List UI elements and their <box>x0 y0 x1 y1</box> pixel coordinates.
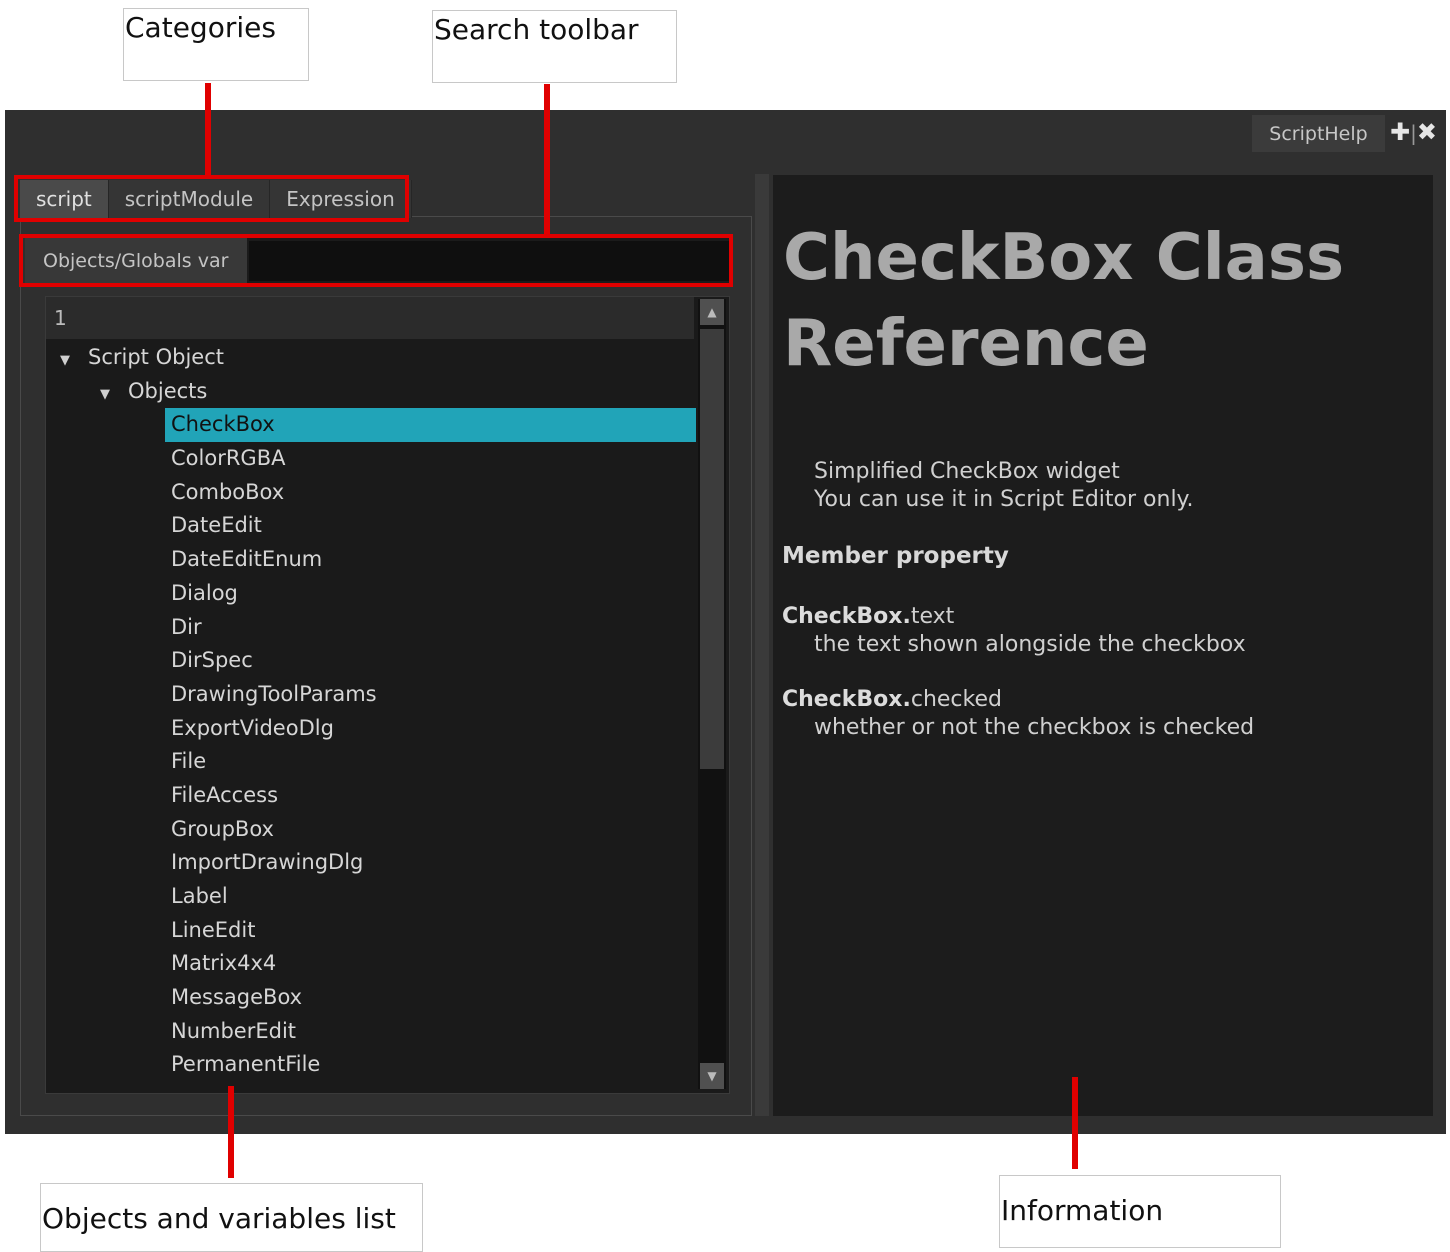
property-name: checked <box>910 687 1002 712</box>
tree-item-label: Matrix4x4 <box>171 951 277 976</box>
tree-item[interactable]: Matrix4x4 <box>46 947 696 981</box>
tree-node-label: Script Object <box>88 345 224 369</box>
tree-item-label: ComboBox <box>171 479 285 504</box>
connector-information <box>1072 1077 1078 1169</box>
property-entry: CheckBox.checked whether or not the chec… <box>782 686 1254 742</box>
expand-arrow-icon[interactable]: ▼ <box>100 378 116 412</box>
scroll-down-arrow-icon[interactable]: ▼ <box>700 1063 724 1089</box>
tree-item[interactable]: CheckBox <box>46 408 696 443</box>
scroll-up-arrow-icon[interactable]: ▲ <box>700 299 724 325</box>
tree-item[interactable]: ColorRGBA <box>46 442 696 476</box>
tree-item-label: DrawingToolParams <box>171 681 377 706</box>
tree-item-label: CheckBox <box>171 412 275 437</box>
tree-item-label: DirSpec <box>171 648 253 673</box>
tree-node-script-object[interactable]: ▼ Script Object <box>46 341 696 375</box>
tree-item[interactable]: DateEdit <box>46 509 696 543</box>
class-description: Simplified CheckBox widget You can use i… <box>814 458 1193 514</box>
tree-item[interactable]: MessageBox <box>46 981 696 1015</box>
plus-icon[interactable]: ✚ <box>1390 118 1410 146</box>
tree-node-label: Objects <box>128 378 208 403</box>
tree-item[interactable]: DirSpec <box>46 644 696 678</box>
tree-list: ▼ Script Object ▼ Objects CheckBox ColorRG… <box>46 341 696 1082</box>
property-class: CheckBox. <box>782 687 911 712</box>
tree-item-label: MessageBox <box>171 985 303 1010</box>
window-tab-scripthelp[interactable]: ScriptHelp <box>1252 115 1385 152</box>
tree-item-label: FileAccess <box>171 782 279 807</box>
property-class: CheckBox. <box>782 604 911 629</box>
tree-item[interactable]: ExportVideoDlg <box>46 712 696 746</box>
tree-item-label: NumberEdit <box>171 1018 297 1043</box>
panel-splitter[interactable] <box>755 174 769 1116</box>
tree-item-label: DateEdit <box>171 513 262 538</box>
window-tab-label: ScriptHelp <box>1269 122 1368 145</box>
close-icon[interactable]: ✖ <box>1417 118 1437 146</box>
property-description: the text shown alongside the checkbox <box>814 632 1246 657</box>
tree-node-objects[interactable]: ▼ Objects <box>46 375 696 409</box>
tree-item-label: LineEdit <box>171 917 256 942</box>
tree-item[interactable]: File <box>46 745 696 779</box>
tree-item[interactable]: ImportDrawingDlg <box>46 846 696 880</box>
connector-objects-list <box>228 1086 234 1178</box>
description-line: Simplified CheckBox widget <box>814 459 1120 484</box>
property-description: whether or not the checkbox is checked <box>814 715 1255 740</box>
tree-item-label: DateEditEnum <box>171 547 323 572</box>
callout-search-toolbar-text: Search toolbar <box>434 13 639 46</box>
scrollbar-thumb[interactable] <box>700 329 724 769</box>
tree-item[interactable]: Dir <box>46 611 696 645</box>
property-entry: CheckBox.text the text shown alongside t… <box>782 603 1246 659</box>
tree-item[interactable]: ComboBox <box>46 476 696 510</box>
tree-item-label: ColorRGBA <box>171 446 286 471</box>
expand-arrow-icon[interactable]: ▼ <box>60 344 76 378</box>
tree-item-label: PermanentFile <box>171 1052 321 1077</box>
objects-tree: 1 ▼ Script Object ▼ Objects CheckBox Color… <box>45 296 730 1094</box>
connector-search-toolbar <box>544 84 550 236</box>
information-panel: CheckBox Class Reference Simplified Chec… <box>773 175 1433 1116</box>
callout-categories-text: Categories <box>125 11 276 44</box>
callout-categories: Categories <box>123 8 309 81</box>
tree-item[interactable]: LineEdit <box>46 914 696 948</box>
highlight-categories <box>14 175 409 222</box>
callout-objects-list-text: Objects and variables list <box>42 1202 396 1235</box>
tree-item-label: ImportDrawingDlg <box>171 850 364 875</box>
callout-objects-list: Objects and variables list <box>40 1183 423 1252</box>
tree-scrollbar[interactable]: ▲ ▼ <box>698 299 726 1089</box>
tree-header: 1 <box>46 297 694 339</box>
tree-item-label: Dialog <box>171 580 238 605</box>
highlight-search-toolbar <box>19 234 733 287</box>
tree-item[interactable]: FileAccess <box>46 779 696 813</box>
tree-header-label: 1 <box>54 306 67 330</box>
callout-information-text: Information <box>1001 1194 1164 1227</box>
tree-item-label: File <box>171 749 207 774</box>
description-line: You can use it in Script Editor only. <box>814 487 1194 512</box>
tree-item[interactable]: NumberEdit <box>46 1015 696 1049</box>
tree-item-label: GroupBox <box>171 816 274 841</box>
tree-item-label: Dir <box>171 614 202 639</box>
tree-item[interactable]: Label <box>46 880 696 914</box>
class-title: CheckBox Class Reference <box>783 221 1345 381</box>
connector-categories <box>205 83 211 176</box>
section-heading: Member property <box>782 543 1009 569</box>
tree-item[interactable]: DateEditEnum <box>46 543 696 577</box>
tree-item[interactable]: Dialog <box>46 577 696 611</box>
tree-item-label: ExportVideoDlg <box>171 715 334 740</box>
callout-information: Information <box>999 1175 1281 1248</box>
separator: | <box>1410 121 1417 145</box>
window-controls: ✚|✖ <box>1390 118 1437 146</box>
tree-item[interactable]: DrawingToolParams <box>46 678 696 712</box>
property-name: text <box>910 604 955 629</box>
tree-item-label: Label <box>171 884 228 908</box>
tree-item[interactable]: GroupBox <box>46 813 696 847</box>
callout-search-toolbar: Search toolbar <box>432 10 677 83</box>
tree-item[interactable]: PermanentFile <box>46 1048 696 1082</box>
